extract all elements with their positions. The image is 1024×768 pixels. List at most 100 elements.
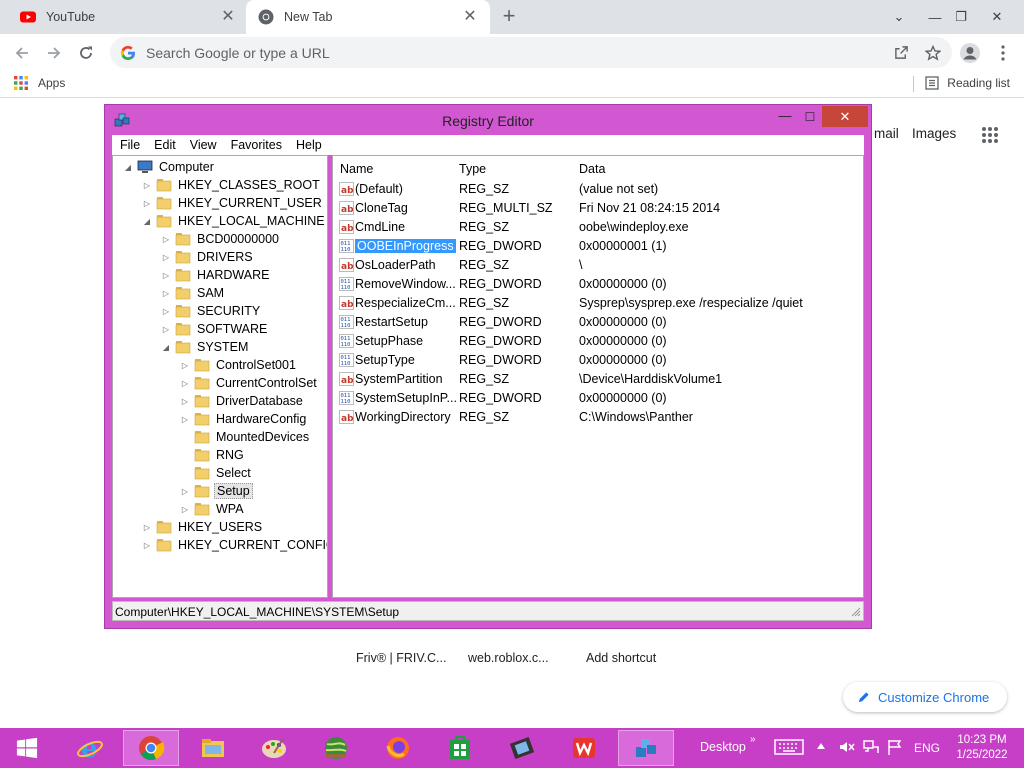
add-shortcut[interactable]: Add shortcut xyxy=(586,651,656,665)
column-data[interactable]: Data xyxy=(579,162,605,176)
forward-button[interactable] xyxy=(41,40,67,66)
start-button[interactable] xyxy=(0,730,54,766)
tree-node[interactable]: ▷ HKEY_USERS xyxy=(142,518,264,536)
tree-expand-arrow[interactable]: ◢ xyxy=(123,163,133,172)
tab-youtube[interactable]: YouTube ✕ xyxy=(8,0,248,34)
tree-node[interactable]: ▷ HKEY_CURRENT_CONFIG xyxy=(142,536,327,554)
menu-edit[interactable]: Edit xyxy=(154,138,176,152)
keyboard-icon[interactable] xyxy=(774,738,804,756)
desktop-toolbar-chevron[interactable]: » xyxy=(750,734,756,745)
menu-button[interactable] xyxy=(990,40,1016,66)
value-row[interactable]: ab (Default) REG_SZ (value not set) xyxy=(333,180,863,199)
value-row[interactable]: 011 110 SetupPhase REG_DWORD 0x00000000 (0) xyxy=(333,332,863,351)
show-hidden-icons[interactable] xyxy=(816,742,826,750)
tree-node[interactable]: ◢ Computer xyxy=(123,158,216,176)
tree-expand-arrow[interactable]: ▷ xyxy=(161,289,171,298)
value-row[interactable]: 011 110 RemoveWindow... REG_DWORD 0x00000000… xyxy=(333,275,863,294)
close-tab-icon[interactable]: ✕ xyxy=(220,9,236,25)
value-row[interactable]: 011 110 OOBEInProgress REG_DWORD 0x00000001 … xyxy=(333,237,863,256)
tree-node[interactable]: ▷ SECURITY xyxy=(161,302,262,320)
tree-node[interactable]: Select xyxy=(180,464,253,482)
desktop-toolbar-label[interactable]: Desktop xyxy=(700,740,746,754)
tree-expand-arrow[interactable]: ▷ xyxy=(161,271,171,280)
taskbar-video-app[interactable] xyxy=(494,730,550,766)
tree-expand-arrow[interactable]: ▷ xyxy=(142,523,152,532)
taskbar-paint[interactable] xyxy=(246,730,302,766)
tree-node[interactable]: ▷ WPA xyxy=(180,500,246,518)
tree-node[interactable]: ▷ HKEY_CURRENT_USER xyxy=(142,194,324,212)
taskbar-firefox[interactable] xyxy=(370,730,426,766)
tree-node[interactable]: ▷ HardwareConfig xyxy=(180,410,308,428)
taskbar-clock[interactable]: 10:23 PM 1/25/2022 xyxy=(950,733,1014,763)
gmail-link[interactable]: mail xyxy=(874,126,899,141)
tree-expand-arrow[interactable]: ▷ xyxy=(142,199,152,208)
column-type[interactable]: Type xyxy=(459,162,486,176)
taskbar-file-explorer[interactable] xyxy=(185,730,241,766)
tree-node[interactable]: ◢ HKEY_LOCAL_MACHINE xyxy=(142,212,327,230)
taskbar-chrome[interactable] xyxy=(123,730,179,766)
tree-node[interactable]: RNG xyxy=(180,446,246,464)
registry-tree[interactable]: ◢ Computer ▷ HKEY_CLASSES_ROOT ▷ HKEY_CURRENT… xyxy=(112,155,328,598)
tree-expand-arrow[interactable]: ▷ xyxy=(180,397,190,406)
taskbar-app-globe[interactable] xyxy=(308,730,364,766)
new-tab-button[interactable]: + xyxy=(498,5,520,28)
menu-help[interactable]: Help xyxy=(296,138,322,152)
back-button[interactable] xyxy=(9,40,35,66)
resize-grip-icon[interactable] xyxy=(851,607,861,617)
apps-bookmark[interactable]: Apps xyxy=(14,76,65,90)
tree-expand-arrow[interactable]: ▷ xyxy=(161,307,171,316)
customize-chrome-button[interactable]: Customize Chrome xyxy=(843,682,1007,712)
tree-node[interactable]: ▷ Setup xyxy=(180,482,253,500)
tree-node[interactable]: ▷ CurrentControlSet xyxy=(180,374,319,392)
value-row[interactable]: ab RespecializeCm... REG_SZ Sysprep\sysprep… xyxy=(333,294,863,313)
value-row[interactable]: 011 110 RestartSetup REG_DWORD 0x00000000 (0… xyxy=(333,313,863,332)
tree-node[interactable]: MountedDevices xyxy=(180,428,311,446)
shortcut-roblox[interactable]: web.roblox.c... xyxy=(468,651,549,665)
share-icon[interactable] xyxy=(888,40,914,66)
tree-node[interactable]: ▷ DriverDatabase xyxy=(180,392,305,410)
registry-values-list[interactable]: Name Type Data ab (Default) REG_SZ (value n… xyxy=(332,155,864,598)
tree-node[interactable]: ◢ SYSTEM xyxy=(161,338,250,356)
tree-expand-arrow[interactable]: ▷ xyxy=(180,487,190,496)
taskbar-store[interactable] xyxy=(432,730,488,766)
regedit-minimize-button[interactable]: — xyxy=(773,108,797,128)
value-row[interactable]: ab WorkingDirectory REG_SZ C:\Windows\Panth… xyxy=(333,408,863,427)
omnibox[interactable]: Search Google or type a URL xyxy=(110,37,952,68)
profile-button[interactable] xyxy=(957,40,983,66)
google-apps-icon[interactable] xyxy=(981,126,999,144)
speaker-muted-icon[interactable] xyxy=(838,738,856,756)
value-row[interactable]: ab CloneTag REG_MULTI_SZ Fri Nov 21 08:24:1… xyxy=(333,199,863,218)
tree-expand-arrow[interactable]: ▷ xyxy=(180,505,190,514)
flag-icon[interactable] xyxy=(886,738,904,756)
taskbar-regedit[interactable] xyxy=(618,730,674,766)
tree-expand-arrow[interactable]: ▷ xyxy=(161,235,171,244)
tree-expand-arrow[interactable]: ▷ xyxy=(180,361,190,370)
menu-view[interactable]: View xyxy=(190,138,217,152)
tree-expand-arrow[interactable]: ▷ xyxy=(161,253,171,262)
tree-node[interactable]: ▷ SOFTWARE xyxy=(161,320,269,338)
tree-node[interactable]: ▷ HARDWARE xyxy=(161,266,271,284)
close-window-button[interactable]: ✕ xyxy=(974,0,1020,34)
tree-node[interactable]: ▷ ControlSet001 xyxy=(180,356,298,374)
taskbar-wps[interactable] xyxy=(556,730,612,766)
menu-favorites[interactable]: Favorites xyxy=(231,138,282,152)
value-row[interactable]: ab SystemPartition REG_SZ \Device\HarddiskV… xyxy=(333,370,863,389)
value-row[interactable]: ab CmdLine REG_SZ oobe\windeploy.exe xyxy=(333,218,863,237)
reading-list-button[interactable]: Reading list xyxy=(925,76,1010,90)
images-link[interactable]: Images xyxy=(912,126,956,141)
menu-file[interactable]: File xyxy=(120,138,140,152)
tree-expand-arrow[interactable]: ▷ xyxy=(161,325,171,334)
tree-node[interactable]: ▷ BCD00000000 xyxy=(161,230,281,248)
tree-node[interactable]: ▷ DRIVERS xyxy=(161,248,255,266)
value-row[interactable]: 011 110 SetupType REG_DWORD 0x00000000 (0) xyxy=(333,351,863,370)
value-row[interactable]: 011 110 SystemSetupInP... REG_DWORD 0x000000… xyxy=(333,389,863,408)
value-row[interactable]: ab OsLoaderPath REG_SZ \ xyxy=(333,256,863,275)
tree-expand-arrow[interactable]: ▷ xyxy=(180,415,190,424)
regedit-close-button[interactable]: ✕ xyxy=(822,106,868,127)
bookmark-star-icon[interactable] xyxy=(920,40,946,66)
network-icon[interactable] xyxy=(862,738,880,756)
tree-expand-arrow[interactable]: ▷ xyxy=(142,181,152,190)
taskbar-internet-explorer[interactable]: e xyxy=(62,730,118,766)
regedit-title-bar[interactable]: Registry Editor — ☐ ✕ xyxy=(105,105,871,135)
tree-expand-arrow[interactable]: ▷ xyxy=(180,379,190,388)
